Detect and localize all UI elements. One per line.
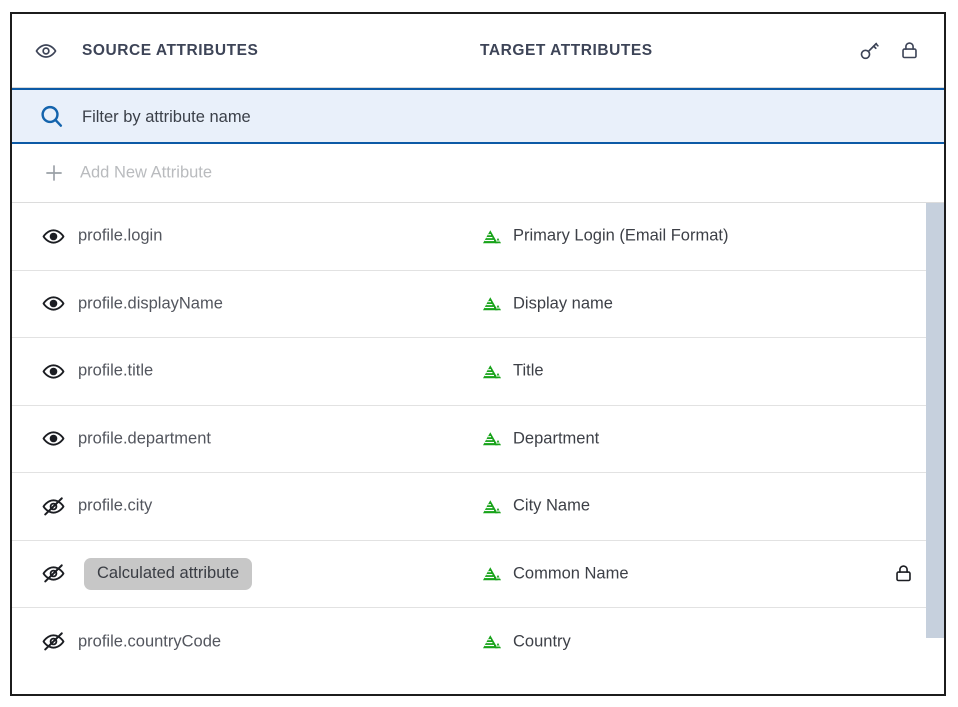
lock-icon bbox=[892, 563, 914, 585]
filter-bar[interactable] bbox=[12, 88, 944, 144]
okta-mark-icon bbox=[481, 497, 502, 515]
attribute-mapping-panel: SOURCE ATTRIBUTES TARGET ATTRIBUTES Filt… bbox=[10, 12, 946, 696]
table-row[interactable]: profile.department Department bbox=[12, 405, 944, 473]
okta-mark-icon bbox=[481, 430, 502, 448]
table-row[interactable]: profile.countryCode Country bbox=[12, 608, 944, 676]
target-attribute-label: Display name bbox=[513, 294, 613, 313]
calculated-attribute-chip[interactable]: Calculated attribute bbox=[84, 557, 253, 590]
okta-mark-icon bbox=[481, 362, 502, 380]
eye-icon[interactable] bbox=[41, 427, 65, 451]
table-row[interactable]: profile.title Title bbox=[12, 338, 944, 406]
okta-mark-icon bbox=[481, 227, 502, 245]
vertical-scrollbar-thumb[interactable] bbox=[926, 203, 944, 638]
source-attribute-label: profile.city bbox=[78, 496, 153, 515]
eye-icon[interactable] bbox=[41, 292, 65, 316]
table-row[interactable]: profile.login Primary Login (Email Forma… bbox=[12, 203, 944, 271]
key-icon bbox=[857, 39, 881, 63]
table-row[interactable]: profile.displayName Display name bbox=[12, 270, 944, 338]
eye-off-icon[interactable] bbox=[41, 562, 65, 586]
target-attribute-label: Country bbox=[513, 632, 571, 651]
column-header: SOURCE ATTRIBUTES TARGET ATTRIBUTES bbox=[12, 14, 944, 88]
attribute-rows-list: profile.login Primary Login (Email Forma… bbox=[12, 203, 944, 694]
target-attributes-header: TARGET ATTRIBUTES bbox=[480, 41, 653, 59]
source-attribute-label: profile.countryCode bbox=[78, 632, 222, 651]
okta-mark-icon bbox=[481, 565, 502, 583]
okta-mark-icon bbox=[481, 633, 502, 651]
add-new-attribute-label: Add New Attribute bbox=[80, 163, 213, 182]
target-attribute-label: Primary Login (Email Format) bbox=[513, 226, 729, 245]
okta-mark-icon bbox=[481, 295, 502, 313]
eye-icon[interactable] bbox=[41, 359, 65, 383]
target-attribute-label: Title bbox=[513, 361, 544, 380]
target-attribute-label: Common Name bbox=[513, 564, 629, 583]
target-attribute-label: Department bbox=[513, 429, 600, 448]
source-attributes-header: SOURCE ATTRIBUTES bbox=[82, 41, 259, 59]
source-attribute-label: profile.login bbox=[78, 226, 163, 245]
target-attribute-label: City Name bbox=[513, 496, 591, 515]
source-attribute-label: profile.title bbox=[78, 361, 154, 380]
add-new-attribute-row[interactable]: Add New Attribute bbox=[12, 144, 944, 203]
source-attribute-label: profile.department bbox=[78, 429, 211, 448]
table-row[interactable]: profile.city City Name bbox=[12, 473, 944, 541]
plus-icon bbox=[43, 162, 65, 184]
eye-icon bbox=[34, 39, 58, 63]
source-attribute-label: profile.displayName bbox=[78, 294, 223, 313]
eye-icon[interactable] bbox=[41, 224, 65, 248]
eye-off-icon[interactable] bbox=[41, 630, 65, 654]
search-icon bbox=[38, 103, 64, 129]
eye-off-icon[interactable] bbox=[41, 494, 65, 518]
lock-icon bbox=[897, 39, 921, 63]
vertical-scrollbar-track[interactable] bbox=[926, 203, 944, 694]
table-row[interactable]: Calculated attribute Common Name bbox=[12, 540, 944, 608]
filter-attribute-input[interactable] bbox=[80, 90, 784, 144]
